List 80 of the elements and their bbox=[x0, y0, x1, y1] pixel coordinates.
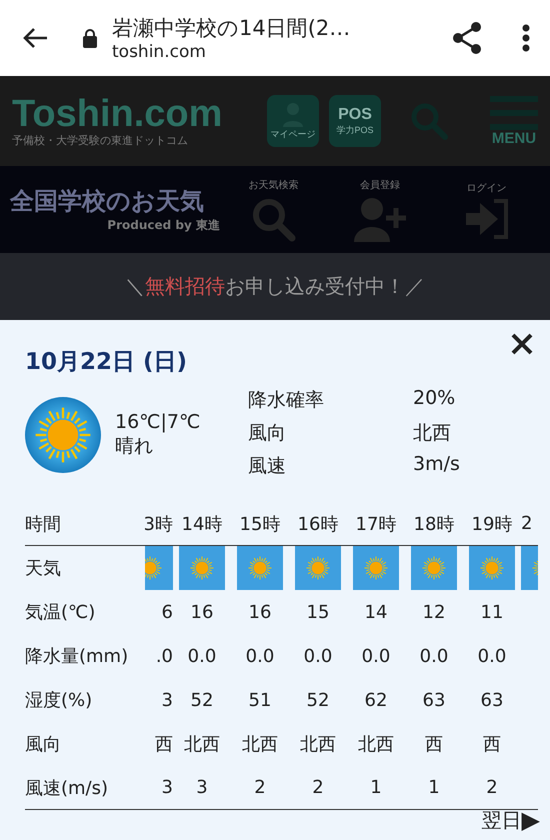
temperature-range: 16℃|7℃ bbox=[115, 411, 202, 433]
wind-direction-value: 西 bbox=[483, 733, 501, 756]
wind-speed-value: 1 bbox=[370, 777, 382, 798]
hour-label: 2 bbox=[521, 513, 532, 534]
row-label: 天気 bbox=[25, 557, 61, 580]
row-label: 風向 bbox=[25, 733, 61, 756]
detail-label: 風速 bbox=[248, 454, 287, 479]
detail-label: 風向 bbox=[248, 421, 287, 446]
detail-label: 降水確率 bbox=[248, 388, 325, 413]
weather-text: 晴れ bbox=[115, 434, 154, 459]
forecast-date: 10月22日 (日) bbox=[25, 348, 188, 377]
row-label: 時間 bbox=[25, 512, 61, 536]
wind-speed-value: 1 bbox=[428, 777, 440, 798]
wind-direction-value: 北西 bbox=[184, 733, 220, 756]
back-icon[interactable] bbox=[22, 27, 48, 49]
site-logo[interactable]: Toshin.com bbox=[12, 94, 257, 132]
share-icon[interactable] bbox=[452, 22, 482, 54]
wind-speed-value: 3 bbox=[196, 777, 208, 798]
temperature-value: 6 bbox=[162, 602, 173, 622]
humidity-value: 3 bbox=[162, 690, 173, 710]
nav-link[interactable]: 会員登録 bbox=[326, 178, 434, 242]
hour-label: 17時 bbox=[356, 512, 396, 536]
wind-speed-value: 2 bbox=[254, 777, 266, 798]
next-day-link[interactable]: 翌日▶ bbox=[482, 806, 540, 834]
site-tagline: 予備校・大学受験の東進ドットコム bbox=[12, 132, 189, 148]
hour-label: 18時 bbox=[414, 512, 454, 536]
add-user-icon bbox=[352, 196, 408, 242]
rainfall-value: .0 bbox=[156, 646, 173, 666]
hour-label: 14時 bbox=[182, 512, 222, 536]
detail-value: 3m/s bbox=[413, 453, 460, 477]
temperature-value: 14 bbox=[364, 602, 388, 622]
page-title: 岩瀬中学校の14日間(2… bbox=[112, 15, 352, 42]
temperature-value: 15 bbox=[306, 602, 330, 622]
nav-link[interactable]: ログイン bbox=[433, 180, 540, 238]
wind-direction-value: 西 bbox=[425, 733, 443, 756]
rainfall-value: 0.0 bbox=[246, 646, 274, 666]
hour-label: 3時 bbox=[145, 512, 173, 536]
row-label: 風速(m/s) bbox=[25, 776, 108, 800]
login-icon bbox=[464, 198, 510, 238]
hour-label: 15時 bbox=[240, 512, 280, 536]
weather-site-title[interactable]: 全国学校のお天気 bbox=[10, 185, 220, 217]
produced-by: Produced by 東進 bbox=[106, 217, 220, 234]
lock-icon bbox=[82, 28, 98, 48]
wind-direction-value: 西 bbox=[155, 733, 173, 756]
wind-speed-value: 2 bbox=[486, 777, 498, 798]
wind-direction-value: 北西 bbox=[242, 733, 278, 756]
temperature-value: 11 bbox=[480, 602, 504, 622]
rainfall-value: 0.0 bbox=[362, 646, 390, 666]
hour-label: 16時 bbox=[298, 512, 338, 536]
wind-speed-value: 3 bbox=[162, 777, 173, 798]
humidity-value: 51 bbox=[248, 690, 272, 710]
detail-value: 北西 bbox=[413, 421, 452, 446]
row-label: 湿度(%) bbox=[25, 689, 92, 712]
sun-icon bbox=[25, 397, 101, 473]
rainfall-value: 0.0 bbox=[304, 646, 332, 666]
hour-label: 19時 bbox=[472, 512, 512, 536]
mypage-button[interactable]: マイページ bbox=[267, 95, 319, 147]
close-icon[interactable] bbox=[510, 332, 534, 356]
rainfall-value: 0.0 bbox=[478, 646, 506, 666]
wind-speed-value: 2 bbox=[312, 777, 324, 798]
nav-link[interactable]: お天気検索 bbox=[220, 178, 327, 242]
temperature-value: 16 bbox=[248, 602, 272, 622]
more-icon[interactable] bbox=[522, 24, 530, 52]
humidity-value: 52 bbox=[190, 690, 214, 710]
detail-value: 20% bbox=[413, 387, 456, 411]
wind-direction-value: 北西 bbox=[300, 733, 336, 756]
humidity-value: 62 bbox=[364, 690, 388, 710]
humidity-value: 52 bbox=[306, 690, 330, 710]
humidity-value: 63 bbox=[480, 690, 504, 710]
rainfall-value: 0.0 bbox=[420, 646, 448, 666]
pos-button[interactable]: POS 学力POS bbox=[329, 95, 381, 147]
temperature-value: 16 bbox=[190, 602, 214, 622]
humidity-value: 63 bbox=[422, 690, 446, 710]
wind-direction-value: 北西 bbox=[358, 733, 394, 756]
temperature-value: 12 bbox=[422, 602, 446, 622]
row-label: 降水量(mm) bbox=[25, 645, 128, 668]
rainfall-value: 0.0 bbox=[188, 646, 216, 666]
row-label: 気温(℃) bbox=[25, 601, 96, 624]
menu-button[interactable]: MENU bbox=[490, 96, 538, 146]
page-url: toshin.com bbox=[112, 42, 207, 62]
